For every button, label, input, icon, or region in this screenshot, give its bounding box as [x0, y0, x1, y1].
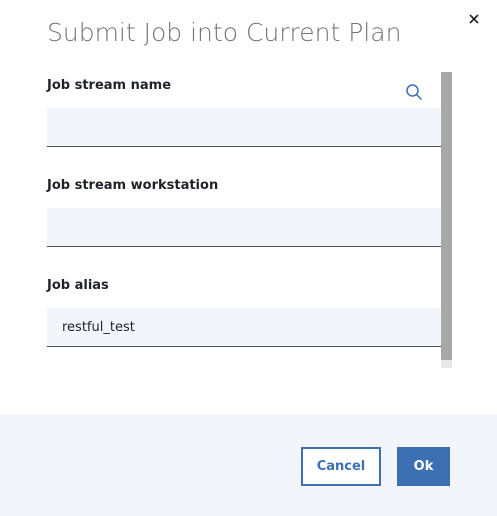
close-icon[interactable] — [466, 11, 482, 27]
job-stream-name-input[interactable] — [47, 108, 441, 147]
dialog-title: Submit Job into Current Plan — [47, 18, 402, 47]
ok-button[interactable]: Ok — [397, 447, 450, 486]
job-alias-input[interactable] — [47, 308, 441, 347]
submit-job-dialog: Submit Job into Current Plan Job stream … — [0, 0, 497, 516]
search-icon[interactable] — [405, 83, 423, 101]
job-stream-workstation-label: Job stream workstation — [47, 178, 219, 193]
scrollbar-thumb[interactable] — [441, 72, 452, 360]
cancel-button[interactable]: Cancel — [301, 447, 381, 486]
job-alias-label: Job alias — [47, 278, 109, 293]
job-stream-name-label: Job stream name — [47, 78, 172, 93]
job-stream-workstation-input[interactable] — [47, 208, 441, 247]
